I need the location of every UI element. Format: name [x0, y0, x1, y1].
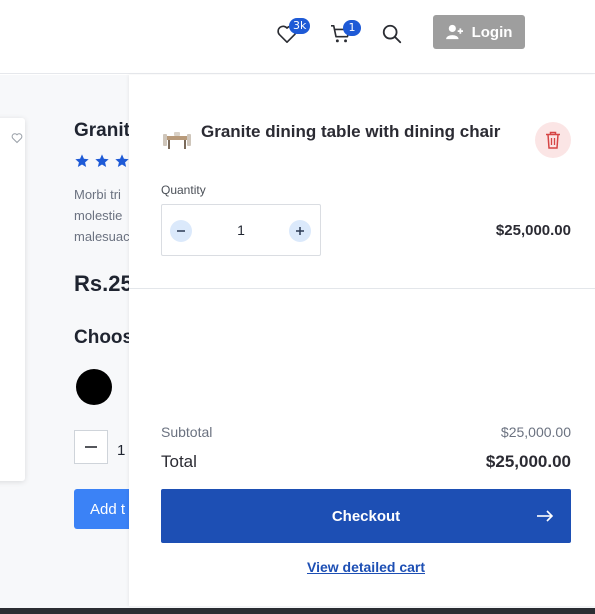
choose-color-heading: Choos — [74, 327, 134, 348]
product-qty-value: 1 — [117, 442, 126, 459]
checkout-label: Checkout — [331, 507, 401, 525]
description-line: malesuac — [74, 229, 130, 244]
qty-increase-button[interactable] — [289, 220, 311, 242]
total-value: $25,000.00 — [485, 452, 571, 471]
star-icon — [95, 154, 109, 167]
search-button[interactable] — [380, 22, 404, 46]
total-row: Total $25,000.00 — [161, 452, 571, 472]
color-swatch-black[interactable] — [76, 369, 112, 405]
minus-icon — [85, 446, 97, 448]
login-label: Login — [471, 23, 513, 41]
wishlist-button[interactable]: 3k — [275, 18, 311, 46]
description-line: Morbi tri — [74, 187, 121, 202]
plus-icon — [296, 227, 304, 235]
quantity-label: Quantity — [161, 183, 206, 197]
product-gallery-card — [0, 118, 25, 481]
product-title: Granit — [74, 120, 130, 141]
login-button[interactable]: Login — [433, 15, 525, 49]
site-header: 3k 1 Login — [0, 0, 595, 74]
qty-decrease-button[interactable] — [170, 220, 192, 242]
subtotal-label: Subtotal — [161, 424, 213, 440]
view-detailed-cart-link[interactable]: View detailed cart — [129, 559, 595, 575]
qty-input[interactable]: 1 — [232, 222, 250, 238]
remove-item-button[interactable] — [535, 122, 571, 158]
divider — [129, 288, 595, 289]
description-line: molestie — [74, 208, 123, 223]
star-icon — [75, 154, 89, 167]
heart-icon[interactable] — [11, 132, 23, 144]
wishlist-count-badge: 3k — [289, 18, 311, 34]
star-icon — [115, 154, 129, 167]
product-thumbnail — [163, 132, 191, 149]
subtotal-row: Subtotal $25,000.00 — [161, 424, 571, 440]
cart-count-badge: 1 — [343, 20, 361, 36]
product-price: Rs.25 — [74, 271, 133, 296]
product-description: Morbi tri molestie malesuac — [74, 184, 134, 247]
product-rating — [74, 153, 130, 169]
subtotal-value: $25,000.00 — [500, 424, 571, 440]
cart-item-name: Granite dining table with dining chair — [201, 122, 501, 141]
add-to-cart-button[interactable]: Add t — [74, 489, 134, 529]
minus-icon — [177, 230, 185, 232]
product-qty-decrease-button[interactable] — [74, 430, 108, 464]
trash-icon — [546, 131, 560, 149]
cart-drawer: Granite dining table with dining chair Q… — [129, 75, 595, 606]
total-label: Total — [161, 452, 197, 471]
quantity-stepper: 1 — [161, 204, 321, 256]
bottom-strip — [0, 608, 595, 614]
line-item-price: $25,000.00 — [495, 222, 571, 239]
checkout-button[interactable]: Checkout — [161, 489, 571, 543]
search-icon — [382, 24, 402, 44]
cart-button[interactable]: 1 — [329, 20, 361, 46]
arrow-right-icon — [537, 510, 554, 522]
user-plus-icon — [445, 24, 463, 40]
